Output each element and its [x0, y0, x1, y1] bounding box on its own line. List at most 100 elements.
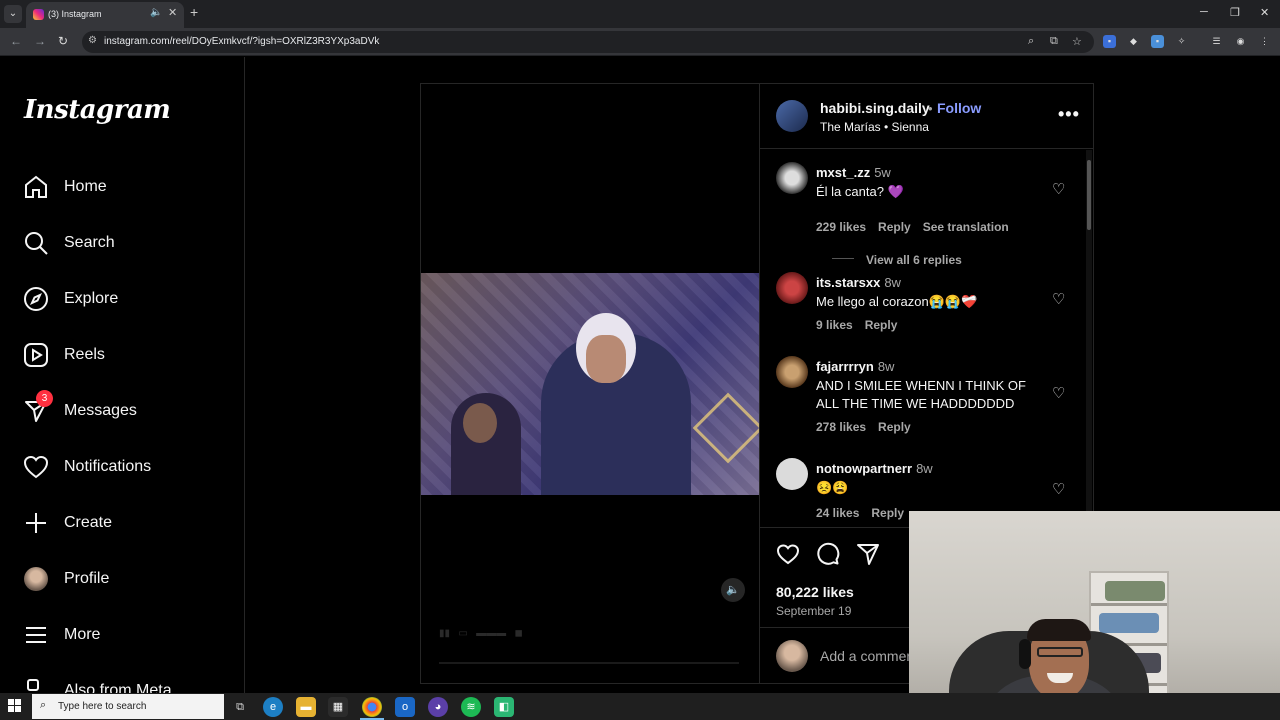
- comment-username[interactable]: mxst_.zz: [816, 165, 870, 180]
- minimize-button[interactable]: ─: [1200, 6, 1208, 18]
- share-paper-plane-icon[interactable]: [856, 542, 880, 566]
- like-heart-icon[interactable]: [776, 542, 800, 566]
- like-comment-heart-icon[interactable]: ♡: [1052, 480, 1065, 498]
- extension-icon-1[interactable]: ▪: [1103, 35, 1116, 48]
- comment-likes[interactable]: 229 likes: [816, 220, 866, 234]
- sidebar-item-search[interactable]: Search: [22, 228, 232, 258]
- avatar[interactable]: [776, 458, 808, 490]
- reply-button[interactable]: Reply: [878, 220, 911, 234]
- post-likes-count[interactable]: 80,222 likes: [776, 584, 854, 600]
- like-comment-heart-icon[interactable]: ♡: [1052, 180, 1065, 198]
- url-text[interactable]: instagram.com/reel/DOyExmkvcf/?igsh=OXRl…: [104, 36, 379, 47]
- post-username[interactable]: habibi.sing.daily: [820, 100, 930, 116]
- sidebar-item-label: Also from Meta: [64, 682, 172, 693]
- tab-search-button[interactable]: ⌄: [4, 5, 22, 23]
- comment-username[interactable]: its.starsxx: [816, 275, 880, 290]
- comments-list[interactable]: mxst_.zz 5w Él la canta? 💜 229 likes Reply…: [760, 150, 1094, 526]
- sidebar-item-profile[interactable]: Profile: [22, 564, 232, 594]
- close-tab-icon[interactable]: ✕: [168, 6, 177, 19]
- view-replies-button[interactable]: View all 6 replies: [866, 253, 962, 267]
- back-icon[interactable]: ←: [10, 34, 22, 48]
- app-icon[interactable]: ◧: [494, 697, 514, 717]
- taskbar-search-box[interactable]: ⌕ Type here to search: [32, 694, 224, 719]
- sidebar-item-label: Search: [64, 234, 115, 251]
- comment-username[interactable]: notnowpartnerr: [816, 461, 912, 476]
- reel-video-player[interactable]: 🔈 ▮▮ ▭ ▬▬▬ ◼: [421, 84, 759, 683]
- post-date: September 19: [776, 604, 852, 618]
- sidebar-item-notifications[interactable]: Notifications: [22, 452, 232, 482]
- puzzle-extensions-icon[interactable]: ✧: [1175, 35, 1188, 48]
- webcam-overlay: [909, 511, 1280, 720]
- sidebar-item-reels[interactable]: Reels: [22, 340, 232, 370]
- new-tab-button[interactable]: +: [190, 4, 198, 20]
- like-comment-heart-icon[interactable]: ♡: [1052, 290, 1065, 308]
- comment-text: Él la canta? 💜: [816, 184, 904, 199]
- home-icon: [25, 175, 47, 198]
- glasses: [1037, 647, 1083, 657]
- bookmark-star-icon[interactable]: ☆: [1072, 35, 1082, 48]
- headset: [1019, 639, 1031, 669]
- address-bar[interactable]: ⚙ instagram.com/reel/DOyExmkvcf/?igsh=OX…: [82, 31, 1094, 53]
- sidebar-item-label: Messages: [64, 402, 137, 419]
- avatar[interactable]: [776, 162, 808, 194]
- reply-button[interactable]: Reply: [871, 506, 904, 520]
- comment-time: 5w: [874, 165, 891, 180]
- reading-list-icon[interactable]: ☰: [1210, 35, 1223, 48]
- avatar[interactable]: [776, 356, 808, 388]
- avatar: [776, 640, 808, 672]
- zoom-icon[interactable]: ⌕: [1028, 35, 1034, 48]
- profile-icon[interactable]: ◉: [1234, 35, 1247, 48]
- mute-toggle-button[interactable]: 🔈: [721, 578, 745, 602]
- sidebar-item-home[interactable]: Home: [22, 172, 232, 202]
- audio-link[interactable]: The Marías • Sienna: [820, 120, 929, 134]
- file-explorer-icon[interactable]: ▬: [296, 697, 316, 717]
- edge-browser-icon[interactable]: e: [263, 697, 283, 717]
- tab-title: (3) Instagram: [48, 9, 102, 19]
- task-view-icon[interactable]: ⧉: [230, 697, 250, 717]
- outlook-icon[interactable]: o: [395, 697, 415, 717]
- windows-start-icon[interactable]: [8, 699, 22, 713]
- sidebar-item-also-from-meta[interactable]: Also from Meta: [22, 676, 232, 693]
- extension-icon-3[interactable]: ▪: [1151, 35, 1164, 48]
- sidebar-item-explore[interactable]: Explore: [22, 284, 232, 314]
- comment-likes[interactable]: 9 likes: [816, 318, 853, 332]
- follow-button[interactable]: Follow: [937, 100, 981, 116]
- instagram-logo[interactable]: Instagram: [24, 95, 171, 125]
- restore-button[interactable]: ❐: [1230, 6, 1240, 19]
- sidebar-item-label: More: [64, 626, 101, 643]
- chrome-menu-icon[interactable]: ⋮: [1258, 35, 1271, 48]
- avatar[interactable]: [776, 272, 808, 304]
- extension-icon-2[interactable]: ◆: [1127, 35, 1140, 48]
- sidebar-item-label: Reels: [64, 346, 105, 363]
- video-progress-bar[interactable]: [439, 662, 739, 664]
- chrome-icon[interactable]: [362, 697, 382, 717]
- browser-tab-instagram[interactable]: (3) Instagram 🔈 ✕: [26, 2, 184, 28]
- reply-button[interactable]: Reply: [865, 318, 898, 332]
- forward-icon[interactable]: →: [34, 34, 46, 48]
- search-icon: ⌕: [40, 699, 47, 711]
- avatar[interactable]: [776, 100, 808, 132]
- playback-controls[interactable]: ▮▮ ▭ ▬▬▬ ◼: [439, 628, 523, 639]
- like-comment-heart-icon[interactable]: ♡: [1052, 384, 1065, 402]
- reload-icon[interactable]: ↻: [58, 34, 68, 48]
- microsoft-store-icon[interactable]: ▦: [328, 697, 348, 717]
- heart-icon: [23, 455, 49, 479]
- sidebar-item-messages[interactable]: 3 Messages: [22, 390, 232, 426]
- install-app-icon[interactable]: ⧉: [1050, 35, 1058, 48]
- site-info-icon[interactable]: ⚙: [88, 35, 97, 46]
- see-translation-button[interactable]: See translation: [923, 220, 1009, 234]
- comment-likes[interactable]: 24 likes: [816, 506, 859, 520]
- sidebar-item-more[interactable]: More: [22, 620, 232, 650]
- speaker-icon[interactable]: 🔈: [150, 7, 162, 18]
- comment-likes[interactable]: 278 likes: [816, 420, 866, 434]
- sidebar-item-create[interactable]: Create: [22, 508, 232, 538]
- close-window-button[interactable]: ✕: [1260, 6, 1269, 19]
- discord-icon[interactable]: ◕: [428, 697, 448, 717]
- comment-username[interactable]: fajarrrryn: [816, 359, 874, 374]
- spotify-icon[interactable]: ≋: [461, 697, 481, 717]
- reply-button[interactable]: Reply: [878, 420, 911, 434]
- comment-bubble-icon[interactable]: [816, 542, 840, 566]
- more-options-icon[interactable]: •••: [1058, 104, 1080, 125]
- scrollbar-thumb[interactable]: [1087, 160, 1091, 230]
- compass-icon: [24, 287, 48, 311]
